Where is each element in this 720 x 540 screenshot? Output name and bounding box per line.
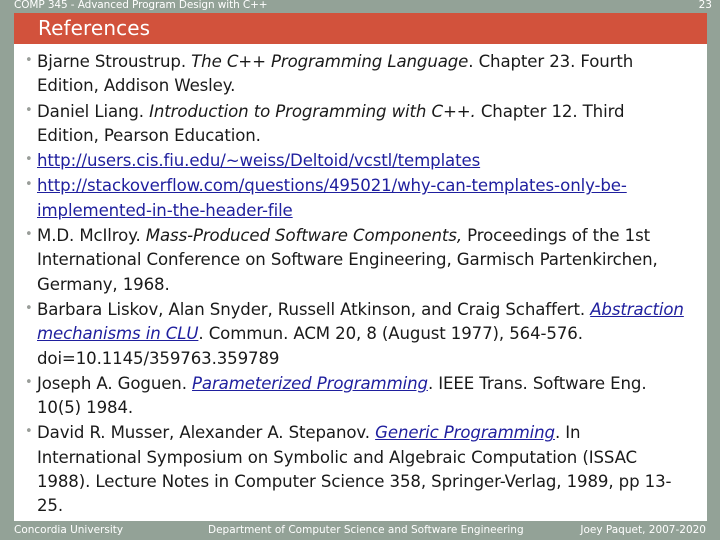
reference-item: http://users.cis.fiu.edu/~weiss/Deltoid/…	[14, 148, 707, 173]
slide: COMP 345 - Advanced Program Design with …	[0, 0, 720, 540]
reference-hyperlink[interactable]: Generic Programming	[375, 423, 555, 442]
title-banner: References	[14, 13, 707, 44]
footer-author: Joey Paquet, 2007-2020	[580, 524, 706, 536]
reference-item: Daniel Liang. Introduction to Programmin…	[14, 99, 707, 149]
content-sheet: Bjarne Stroustrup. The C++ Programming L…	[14, 44, 707, 521]
references-content: Bjarne Stroustrup. The C++ Programming L…	[14, 49, 707, 520]
reference-title-italic: The C++ Programming Language	[191, 52, 469, 71]
reference-text: Joseph A. Goguen.	[37, 373, 193, 393]
footer-institution: Concordia University	[14, 524, 124, 536]
reference-text: Daniel Liang.	[37, 101, 150, 121]
slide-page-number: 23	[698, 0, 712, 11]
reference-item: Joseph A. Goguen. Parameterized Programm…	[14, 371, 707, 421]
reference-text: David R. Musser, Alexander A. Stepanov.	[37, 423, 376, 443]
slide-title: References	[38, 16, 151, 40]
reference-text: M.D. McIlroy.	[37, 226, 146, 246]
reference-text: Barbara Liskov, Alan Snyder, Russell Atk…	[37, 299, 591, 319]
reference-text: Bjarne Stroustrup.	[37, 52, 192, 71]
footer-department: Department of Computer Science and Softw…	[208, 524, 524, 536]
reference-title-italic: Mass-Produced Software Components,	[145, 226, 462, 246]
reference-item: Barbara Liskov, Alan Snyder, Russell Atk…	[14, 297, 707, 371]
top-course-bar: COMP 345 - Advanced Program Design with …	[0, 0, 720, 13]
references-list: Bjarne Stroustrup. The C++ Programming L…	[14, 49, 707, 519]
reference-item: http://stackoverflow.com/questions/49502…	[14, 173, 707, 223]
reference-hyperlink[interactable]: http://users.cis.fiu.edu/~weiss/Deltoid/…	[37, 151, 480, 170]
footer-bar: Concordia University Department of Compu…	[0, 521, 720, 540]
reference-item: M.D. McIlroy. Mass-Produced Software Com…	[14, 223, 707, 297]
reference-item: Bjarne Stroustrup. The C++ Programming L…	[14, 49, 707, 99]
reference-item: David R. Musser, Alexander A. Stepanov. …	[14, 420, 707, 518]
reference-title-italic: Introduction to Programming with C++.	[149, 101, 476, 121]
reference-hyperlink[interactable]: Parameterized Programming	[192, 374, 428, 393]
reference-hyperlink[interactable]: http://stackoverflow.com/questions/49502…	[37, 176, 627, 219]
course-title: COMP 345 - Advanced Program Design with …	[14, 0, 268, 11]
